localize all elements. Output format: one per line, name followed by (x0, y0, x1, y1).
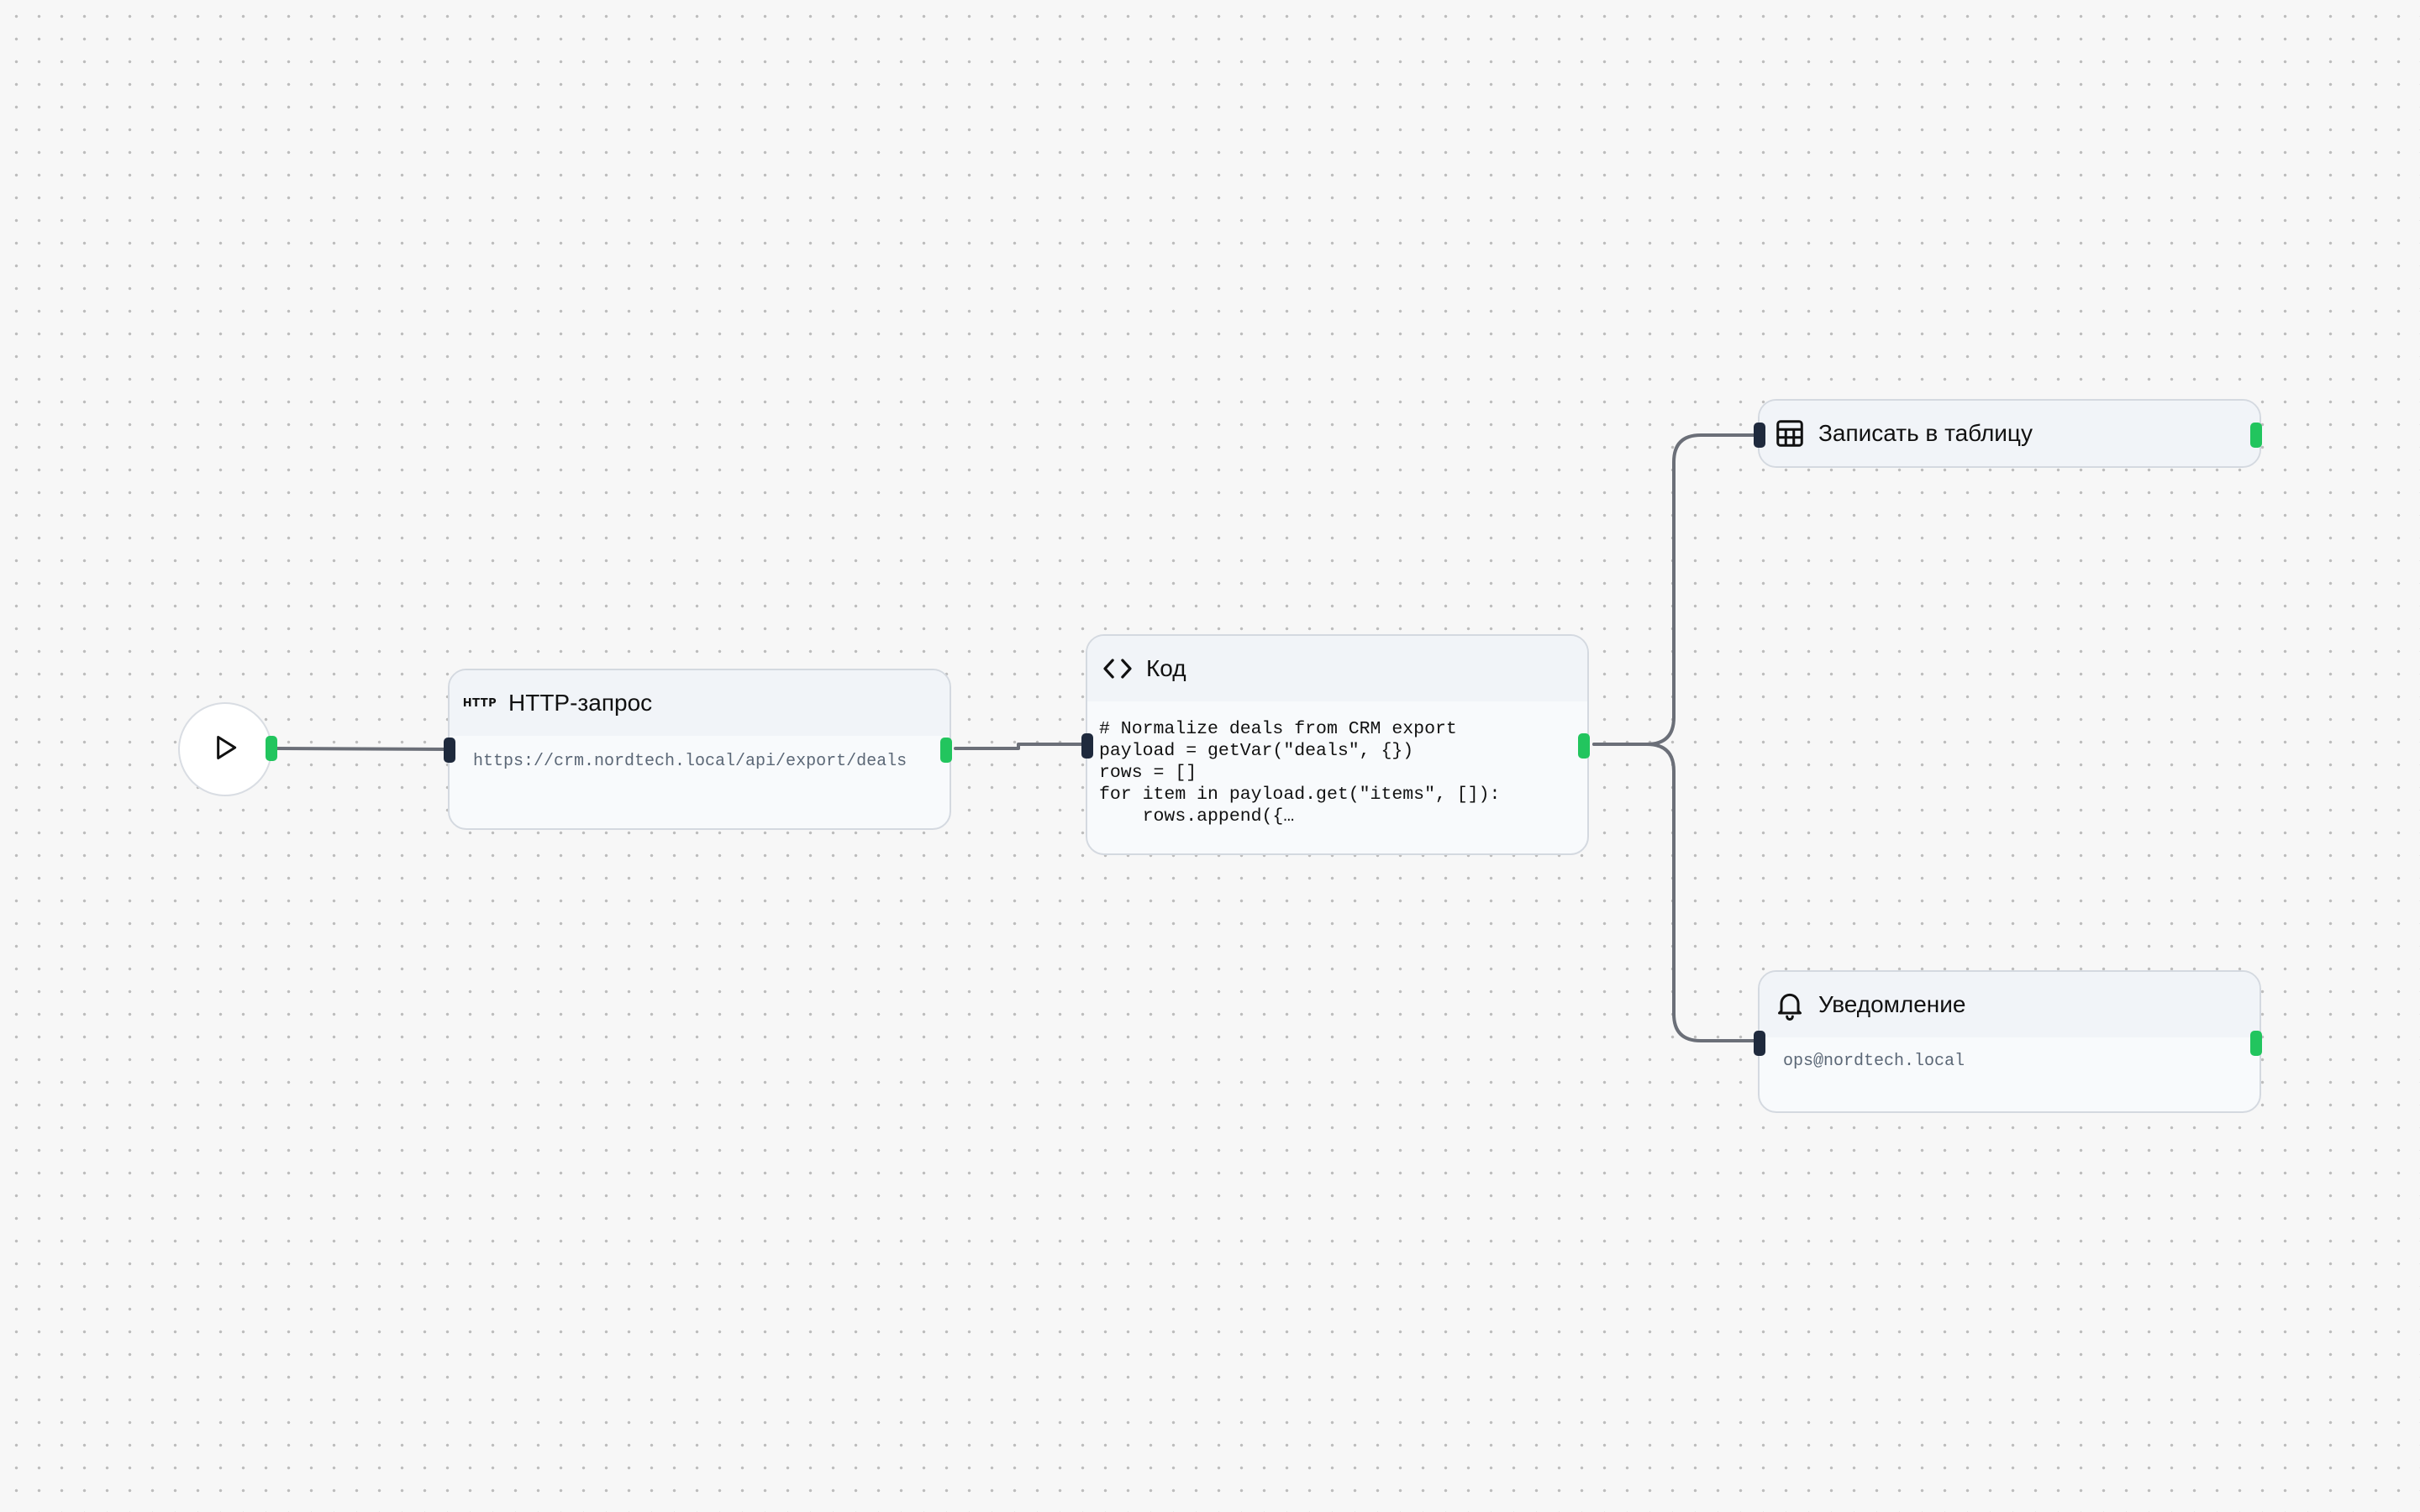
notification-recipient: ops@nordtech.local (1783, 1052, 1965, 1071)
http-icon-label: HTTP (462, 696, 497, 710)
write-table-input-port[interactable] (1754, 423, 1765, 448)
notification-node-title: Уведомление (1818, 991, 1966, 1017)
write-table-node-header: Записать в таблицу (1760, 401, 2260, 466)
write-table-output-port[interactable] (2250, 423, 2262, 448)
http-request-url: https://crm.nordtech.local/api/export/de… (473, 752, 908, 771)
code-output-port[interactable] (1578, 733, 1590, 759)
code-node[interactable]: Код # Normalize deals from CRM export pa… (1081, 634, 1590, 855)
play-icon (208, 731, 242, 769)
code-input-port[interactable] (1081, 733, 1093, 759)
trigger-node[interactable] (178, 702, 272, 796)
code-node-title: Код (1146, 655, 1186, 681)
notification-node[interactable]: Уведомление ops@nordtech.local (1754, 970, 2262, 1113)
http-request-output-port[interactable] (940, 738, 952, 763)
edge-http-code[interactable] (954, 743, 1084, 750)
table-icon (1771, 415, 1808, 452)
http-icon: HTTP (461, 685, 498, 722)
workflow-canvas[interactable]: HTTP HTTP-запрос https://crm.nordtech.lo… (0, 0, 2420, 1512)
bell-icon (1771, 986, 1808, 1023)
edge-code-notify[interactable] (1592, 743, 1756, 1042)
notification-input-port[interactable] (1754, 1031, 1765, 1056)
trigger-output-port[interactable] (266, 736, 277, 761)
code-icon (1099, 650, 1136, 687)
edge-code-sheet[interactable] (1592, 433, 1756, 746)
notification-output-port[interactable] (2250, 1031, 2262, 1056)
http-request-node-header: HTTP HTTP-запрос (450, 670, 950, 736)
notification-node-header: Уведомление (1760, 972, 2260, 1037)
notification-node-body: ops@nordtech.local (1760, 1037, 2260, 1089)
code-snippet: # Normalize deals from CRM export payloa… (1099, 719, 1501, 827)
edge-trigger-http[interactable] (275, 747, 452, 751)
http-request-node-title: HTTP-запрос (508, 690, 653, 716)
write-table-node-title: Записать в таблицу (1818, 420, 2033, 446)
http-request-node-body: https://crm.nordtech.local/api/export/de… (450, 736, 950, 789)
code-node-header: Код (1087, 636, 1587, 701)
http-request-node[interactable]: HTTP HTTP-запрос https://crm.nordtech.lo… (444, 669, 952, 830)
write-table-node[interactable]: Записать в таблицу (1754, 399, 2262, 468)
http-request-input-port[interactable] (444, 738, 455, 763)
